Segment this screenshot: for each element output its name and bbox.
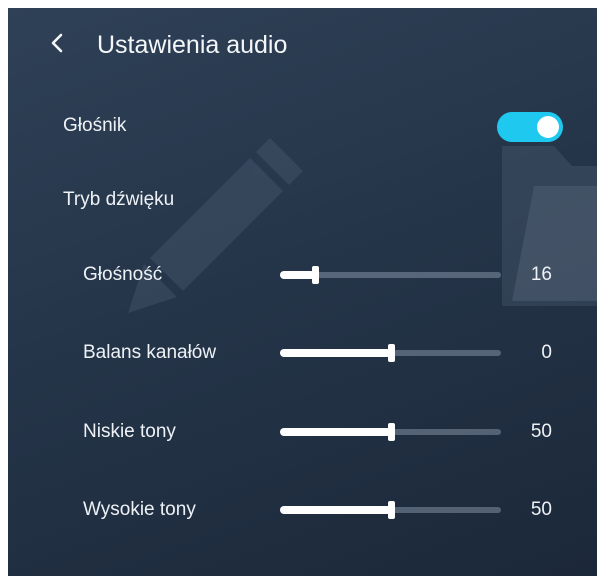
balance-slider[interactable]	[280, 343, 501, 363]
volume-slider[interactable]	[280, 265, 501, 285]
slider-label-balance: Balans kanałów	[83, 342, 217, 363]
slider-label-volume: Głośność	[83, 264, 163, 285]
treble-slider[interactable]	[280, 500, 501, 520]
slider-thumb[interactable]	[387, 344, 395, 362]
slider-label-treble: Wysokie tony	[83, 499, 196, 520]
page-title: Ustawienia audio	[97, 31, 288, 59]
slider-thumb[interactable]	[387, 501, 395, 519]
back-button[interactable]	[42, 28, 72, 58]
slider-fill	[280, 349, 391, 357]
slider-fill	[280, 428, 391, 436]
speaker-toggle[interactable]	[497, 112, 563, 142]
slider-label-bass: Niskie tony	[83, 421, 176, 442]
slider-thumb[interactable]	[387, 423, 395, 441]
sound-mode-label: Tryb dźwięku	[63, 189, 175, 210]
speaker-label: Głośnik	[63, 115, 127, 136]
slider-fill	[280, 271, 316, 279]
slider-fill	[280, 506, 391, 514]
bass-slider[interactable]	[280, 422, 501, 442]
toggle-knob	[537, 116, 559, 138]
slider-thumb[interactable]	[312, 266, 320, 284]
header: Ustawienia audio	[8, 8, 597, 82]
audio-settings-panel: Ustawienia audio Głośnik Tryb dźwięku Gł…	[8, 8, 597, 576]
treble-value: 50	[530, 499, 552, 520]
balance-value: 0	[541, 342, 552, 363]
chevron-left-icon	[51, 33, 63, 53]
bass-value: 50	[530, 421, 552, 442]
volume-value: 16	[530, 264, 552, 285]
